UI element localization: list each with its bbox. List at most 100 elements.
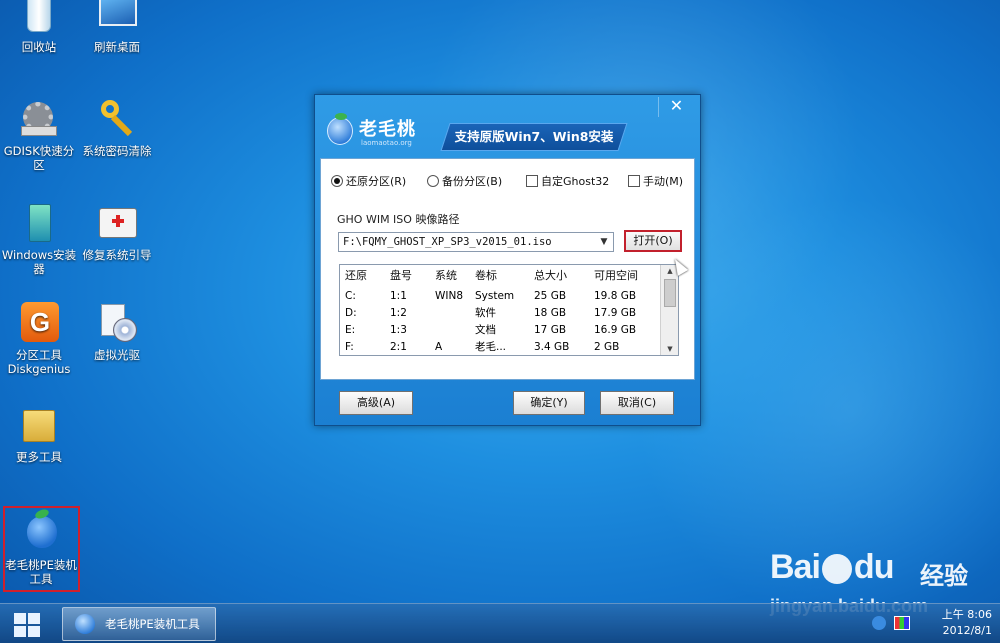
desktop-icon-virtual-cd[interactable]: 虚拟光驱 xyxy=(78,300,156,362)
clock-date: 2012/8/1 xyxy=(942,624,992,637)
cd-icon xyxy=(95,300,139,344)
clock[interactable]: 上午 8:06 2012/8/1 xyxy=(942,607,992,639)
table-row[interactable]: F: 2:1 A 老毛... 3.4 GB 2 GB xyxy=(340,339,662,355)
watermark-brand-right: du xyxy=(853,548,895,586)
cell: A xyxy=(435,341,443,353)
desktop-icon-gdisk[interactable]: GDISK快速分区 xyxy=(0,96,78,172)
table-scrollbar[interactable]: ▲ ▼ xyxy=(660,265,678,355)
cell: 2 GB xyxy=(594,341,620,353)
column-header: 总大小 xyxy=(534,269,567,282)
cell: F: xyxy=(345,341,354,353)
folder-icon xyxy=(17,402,61,446)
column-header: 系统 xyxy=(435,269,457,282)
cell: System xyxy=(475,290,515,302)
chevron-down-icon[interactable]: ▼ xyxy=(661,345,678,353)
desktop-icon-label: 刷新桌面 xyxy=(94,40,140,54)
cell: WIN8 xyxy=(435,290,464,302)
desktop-icon-label: 回收站 xyxy=(21,40,57,54)
cell: D: xyxy=(345,307,357,319)
scrollbar-thumb[interactable] xyxy=(664,279,676,307)
system-tray xyxy=(872,616,912,632)
mode-options: 还原分区(R) 备份分区(B) 自定Ghost32 手动(M) xyxy=(331,173,691,191)
desktop-icon-label: 系统密码清除 xyxy=(82,144,152,158)
taskbar-item-label: 老毛桃PE装机工具 xyxy=(105,617,200,631)
cell: 25 GB xyxy=(534,290,567,302)
watermark-brand-left: Bai xyxy=(770,548,821,586)
open-button[interactable]: 打开(O) xyxy=(624,230,682,252)
cell: 1:3 xyxy=(390,324,407,336)
table-header: 还原 盘号 系统 卷标 总大小 可用空间 xyxy=(340,265,662,287)
peach-icon xyxy=(19,507,63,554)
peach-icon xyxy=(75,614,95,634)
logo-name: 老毛桃 xyxy=(359,119,416,140)
image-path-select[interactable]: F:\FQMY_GHOST_XP_SP3_v2015_01.iso ▼ xyxy=(338,232,614,252)
key-icon xyxy=(95,96,139,140)
cell: 软件 xyxy=(475,307,496,319)
desktop-icon-recycle-bin[interactable]: 回收站 xyxy=(0,0,78,54)
restore-label: 还原分区(R) xyxy=(346,175,407,188)
advanced-button[interactable]: 高级(A) xyxy=(339,391,413,415)
cell: 2:1 xyxy=(390,341,407,353)
cancel-button[interactable]: 取消(C) xyxy=(600,391,674,415)
watermark-cn: 经验 xyxy=(920,562,968,590)
desktop-icon-password-clear[interactable]: 系统密码清除 xyxy=(78,96,156,158)
cell: 3.4 GB xyxy=(534,341,570,353)
table-row[interactable]: C: 1:1 WIN8 System 25 GB 19.8 GB xyxy=(340,288,662,305)
manual-label: 手动(M) xyxy=(643,175,684,188)
cell: 18 GB xyxy=(534,307,567,319)
desktop-icon-label: 修复系统引导 xyxy=(82,248,152,262)
installer-icon xyxy=(17,200,61,244)
main-panel: 还原分区(R) 备份分区(B) 自定Ghost32 手动(M) GHO WIM … xyxy=(320,158,695,380)
taskbar-item-pe-installer[interactable]: 老毛桃PE装机工具 xyxy=(62,607,216,641)
image-path-label: GHO WIM ISO 映像路径 xyxy=(337,213,460,226)
gear-disk-icon xyxy=(17,96,61,140)
peach-tray-icon[interactable] xyxy=(872,616,886,630)
checkbox[interactable] xyxy=(526,175,538,187)
desktop-icon-diskgenius[interactable]: G 分区工具Diskgenius xyxy=(0,300,78,376)
desktop-icon-windows-installer[interactable]: Windows安装器 xyxy=(0,200,78,276)
desktop-icon-label: Windows安装器 xyxy=(1,248,77,276)
radio-button[interactable] xyxy=(331,175,343,187)
custom-ghost-checkbox[interactable]: 自定Ghost32 xyxy=(526,173,609,189)
cell: 17 GB xyxy=(534,324,567,336)
checkbox[interactable] xyxy=(628,175,640,187)
recycle-bin-icon xyxy=(17,0,61,36)
app-logo: 老毛桃 laomaotao.org xyxy=(327,113,437,153)
desktop-icon-repair-boot[interactable]: 修复系统引导 xyxy=(78,200,156,262)
close-button[interactable]: ✕ xyxy=(658,97,694,117)
peach-icon xyxy=(327,117,353,145)
desktop-icon-label: 分区工具Diskgenius xyxy=(7,348,71,376)
column-header: 可用空间 xyxy=(594,269,638,282)
banner-text: 支持原版Win7、Win8安装 xyxy=(454,129,614,144)
diskgenius-icon: G xyxy=(17,300,61,344)
start-button[interactable] xyxy=(6,610,46,638)
logo-url: laomaotao.org xyxy=(361,139,412,147)
chevron-down-icon[interactable]: ▼ xyxy=(597,233,611,251)
taskbar: 老毛桃PE装机工具 上午 8:06 2012/8/1 xyxy=(0,603,1000,643)
backup-radio[interactable]: 备份分区(B) xyxy=(427,173,502,189)
table-row[interactable]: E: 1:3 文档 17 GB 16.9 GB xyxy=(340,322,662,339)
ok-button[interactable]: 确定(Y) xyxy=(513,391,585,415)
cell: 文档 xyxy=(475,324,496,336)
manual-checkbox[interactable]: 手动(M) xyxy=(628,173,683,189)
windows-logo-icon xyxy=(14,613,26,624)
backup-label: 备份分区(B) xyxy=(442,175,503,188)
desktop-icon-label: 虚拟光驱 xyxy=(94,348,140,362)
display-tray-icon[interactable] xyxy=(894,616,910,630)
cell: 17.9 GB xyxy=(594,307,637,319)
clock-time: 上午 8:06 xyxy=(941,608,992,621)
desktop-icon-more-tools[interactable]: 更多工具 xyxy=(0,402,78,464)
first-aid-kit-icon xyxy=(95,200,139,244)
cell: 19.8 GB xyxy=(594,290,637,302)
desktop-icon-pe-installer[interactable]: 老毛桃PE装机工具 xyxy=(2,507,80,586)
image-path-value: F:\FQMY_GHOST_XP_SP3_v2015_01.iso xyxy=(343,236,552,248)
column-header: 卷标 xyxy=(475,269,497,282)
feature-banner: 支持原版Win7、Win8安装 xyxy=(440,123,628,151)
radio-button[interactable] xyxy=(427,175,439,187)
table-row[interactable]: D: 1:2 软件 18 GB 17.9 GB xyxy=(340,305,662,322)
column-header: 盘号 xyxy=(390,269,412,282)
restore-radio[interactable]: 还原分区(R) xyxy=(331,173,406,189)
cell: 16.9 GB xyxy=(594,324,637,336)
partition-table: 还原 盘号 系统 卷标 总大小 可用空间 C: 1:1 WIN8 System … xyxy=(339,264,679,356)
desktop-icon-refresh-desktop[interactable]: 刷新桌面 xyxy=(78,0,156,54)
